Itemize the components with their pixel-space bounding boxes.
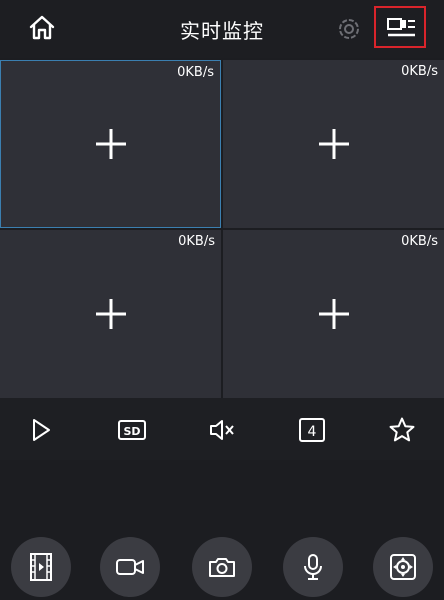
gear-icon[interactable]	[336, 16, 362, 42]
action-bar	[0, 460, 444, 600]
sd-quality-icon: SD	[118, 420, 146, 440]
split-screen-button[interactable]: 4	[298, 416, 326, 444]
split-4-icon: 4	[299, 418, 325, 442]
record-video-icon	[116, 559, 144, 575]
favorite-button[interactable]	[388, 416, 416, 444]
play-icon	[33, 419, 50, 441]
bitrate-label: 0KB/s	[401, 234, 438, 249]
ptz-control-button[interactable]	[373, 537, 433, 597]
plus-icon[interactable]	[318, 128, 350, 160]
snapshot-camera-icon	[209, 558, 235, 577]
play-button[interactable]	[27, 416, 55, 444]
bitrate-label: 0KB/s	[177, 65, 214, 80]
mute-button[interactable]	[208, 416, 236, 444]
video-cell-3[interactable]: 0KB/s	[0, 230, 221, 398]
video-cell-2[interactable]: 0KB/s	[223, 60, 444, 228]
playback-button[interactable]	[11, 537, 71, 597]
video-cell-4[interactable]: 0KB/s	[223, 230, 444, 398]
record-video-button[interactable]	[100, 537, 160, 597]
plus-icon[interactable]	[95, 298, 127, 330]
playback-icon	[30, 553, 52, 581]
talk-microphone-icon	[304, 554, 322, 580]
header-bar: 实时监控	[0, 0, 444, 58]
snapshot-button[interactable]	[192, 537, 252, 597]
ptz-control-icon	[390, 554, 416, 580]
screen-layout-icon	[387, 18, 415, 37]
bitrate-label: 0KB/s	[178, 234, 215, 249]
mute-icon	[210, 420, 234, 440]
talk-button[interactable]	[283, 537, 343, 597]
split-count-label: 4	[308, 424, 317, 440]
favorite-star-icon	[389, 417, 415, 442]
sd-quality-button[interactable]: SD	[117, 416, 147, 444]
plus-icon[interactable]	[318, 298, 350, 330]
video-grid: 0KB/s 0KB/s 0KB/s 0KB/s	[0, 60, 444, 398]
sd-label: SD	[123, 425, 140, 438]
bitrate-label: 0KB/s	[401, 64, 438, 79]
screen-layout-button[interactable]	[374, 6, 426, 48]
video-cell-1[interactable]: 0KB/s	[0, 60, 221, 228]
plus-icon[interactable]	[95, 128, 127, 160]
playback-toolbar: SD 4	[0, 398, 444, 460]
